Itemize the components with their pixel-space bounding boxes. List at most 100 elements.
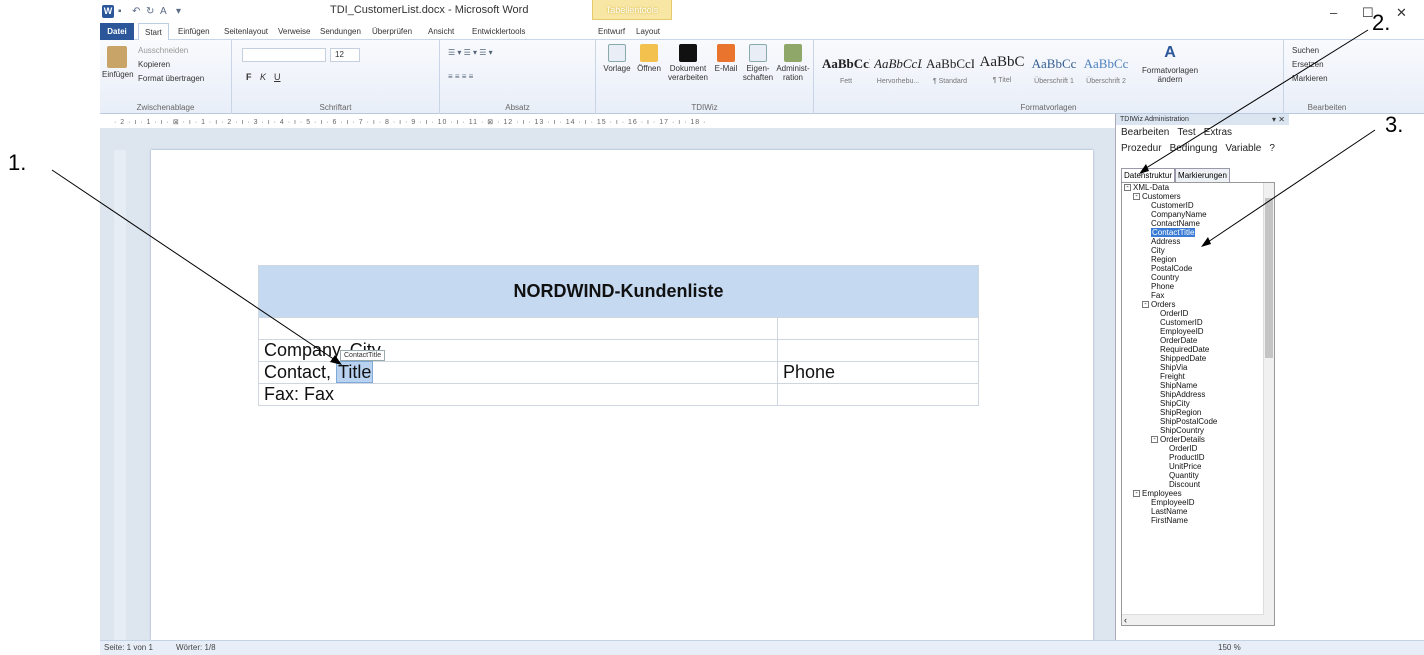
tree-node[interactable]: UnitPrice [1122, 462, 1274, 471]
tree-collapse-icon[interactable]: - [1142, 301, 1149, 309]
horizontal-ruler[interactable]: · 2 · ı · 1 · ı · ⊠ · ı · 1 · ı · 2 · ı … [114, 117, 1114, 128]
style-ueberschrift-1[interactable]: AaBbCc Überschrift 1 [1030, 46, 1078, 92]
tree-node[interactable]: RequiredDate [1122, 345, 1274, 354]
style-standard[interactable]: AaBbCcI ¶ Standard [926, 46, 974, 92]
table-cell-empty[interactable] [777, 383, 979, 406]
tree-node[interactable]: ShipVia [1122, 363, 1274, 372]
replace-button[interactable]: Ersetzen [1292, 60, 1324, 69]
zoom-level[interactable]: 150 % [1218, 641, 1241, 655]
tree-node[interactable]: CustomerID [1122, 201, 1274, 210]
tree-node[interactable]: OrderID [1122, 309, 1274, 318]
tree-node[interactable]: ShipPostalCode [1122, 417, 1274, 426]
table-cell-empty[interactable] [777, 317, 979, 340]
tab-seitenlayout[interactable]: Seitenlayout [218, 23, 274, 40]
tree-node[interactable]: EmployeeID [1122, 327, 1274, 336]
tree-node[interactable]: Quantity [1122, 471, 1274, 480]
tree-collapse-icon[interactable]: - [1133, 490, 1140, 498]
tree-node[interactable]: City [1122, 246, 1274, 255]
style-titel[interactable]: AaBbC ¶ Titel [978, 46, 1026, 92]
word-app-icon[interactable]: W [102, 5, 114, 18]
tab-datenstruktur[interactable]: Datenstruktur [1121, 168, 1176, 182]
tree-node[interactable]: Discount [1122, 480, 1274, 489]
tree-node[interactable]: CustomerID [1122, 318, 1274, 327]
tab-markierungen[interactable]: Markierungen [1175, 168, 1230, 182]
change-styles-button[interactable]: A Formatvorlagen ändern [1142, 45, 1198, 85]
contact-title-cell[interactable]: Contact, Title [258, 361, 778, 384]
vertical-ruler[interactable] [114, 150, 126, 640]
table-cell-empty[interactable] [777, 339, 979, 362]
menu-bearbeiten[interactable]: Bearbeiten [1121, 127, 1169, 138]
tree-node[interactable]: ShipAddress [1122, 390, 1274, 399]
bullets-icon[interactable]: ☰ ▾ ☰ ▾ ☰ ▾ [448, 48, 493, 57]
tree-collapse-icon[interactable]: - [1124, 184, 1131, 192]
cut-button[interactable]: Ausschneiden [138, 46, 188, 55]
menu-extras[interactable]: Extras [1204, 127, 1232, 138]
tab-entwurf[interactable]: Entwurf [592, 23, 631, 40]
bold-button[interactable]: F [246, 72, 252, 82]
pane-close-icon[interactable]: ▾ ✕ [1272, 114, 1285, 125]
tab-entwicklertools[interactable]: Entwicklertools [466, 23, 531, 40]
menu-bedingung[interactable]: Bedingung [1170, 143, 1218, 154]
tree-node[interactable]: ShipRegion [1122, 408, 1274, 417]
tree-collapse-icon[interactable]: - [1151, 436, 1158, 444]
email-button[interactable]: E-Mail [712, 44, 740, 73]
tab-einfuegen[interactable]: Einfügen [172, 23, 216, 40]
tree-node[interactable]: ShipName [1122, 381, 1274, 390]
close-button[interactable]: ✕ [1396, 6, 1407, 19]
tree-scrollbar-thumb[interactable] [1265, 198, 1273, 358]
table-cell-empty[interactable] [258, 317, 778, 340]
tree-node[interactable]: LastName [1122, 507, 1274, 516]
status-words[interactable]: Wörter: 1/8 [176, 641, 216, 655]
dokument-verarbeiten-button[interactable]: Dokument verarbeiten [666, 44, 710, 82]
oeffnen-button[interactable]: Öffnen [634, 44, 664, 73]
menu-test[interactable]: Test [1177, 127, 1195, 138]
font-family-select[interactable] [242, 48, 326, 62]
save-icon[interactable]: ▪ [118, 5, 122, 18]
tree-node[interactable]: - Customers [1122, 192, 1274, 201]
fax-cell[interactable]: Fax: Fax [258, 383, 778, 406]
underline-button[interactable]: U [274, 72, 281, 82]
italic-button[interactable]: K [260, 72, 266, 82]
paste-button[interactable]: Einfügen [102, 46, 134, 79]
align-icon[interactable]: ≡ ≡ ≡ ≡ [448, 72, 473, 81]
style-ueberschrift-2[interactable]: AaBbCc Überschrift 2 [1082, 46, 1130, 92]
tab-datei[interactable]: Datei [100, 23, 134, 40]
style-hervorhebung[interactable]: AaBbCcL Hervorhebu... [874, 46, 922, 92]
tree-node[interactable]: CompanyName [1122, 210, 1274, 219]
tree-node[interactable]: Freight [1122, 372, 1274, 381]
copy-button[interactable]: Kopieren [138, 60, 170, 69]
tree-node[interactable]: ShippedDate [1122, 354, 1274, 363]
title-field-marker[interactable]: Title [336, 361, 374, 383]
tree-node[interactable]: Phone [1122, 282, 1274, 291]
tab-layout[interactable]: Layout [630, 23, 666, 40]
administration-button[interactable]: Administ-ration [776, 44, 810, 82]
phone-cell[interactable]: Phone [777, 361, 979, 384]
tab-sendungen[interactable]: Sendungen [314, 23, 367, 40]
tree-node[interactable]: - XML-Data [1122, 183, 1274, 192]
menu-variable[interactable]: Variable [1225, 143, 1261, 154]
qat-customize-icon[interactable]: ▾ [176, 5, 181, 18]
tree-node[interactable]: Address [1122, 237, 1274, 246]
company-city-cell[interactable]: Company, City [258, 339, 778, 362]
tree-node[interactable]: OrderDate [1122, 336, 1274, 345]
minimize-button[interactable]: – [1330, 6, 1337, 19]
tree-node[interactable]: ContactName [1122, 219, 1274, 228]
tree-node[interactable]: - Orders [1122, 300, 1274, 309]
tab-ueberpruefen[interactable]: Überprüfen [366, 23, 418, 40]
tab-ansicht[interactable]: Ansicht [422, 23, 460, 40]
tree-node[interactable]: Fax [1122, 291, 1274, 300]
status-page[interactable]: Seite: 1 von 1 [104, 641, 153, 655]
undo-icon[interactable]: ↶ [132, 5, 140, 18]
tree-node[interactable]: - Employees [1122, 489, 1274, 498]
tree-node[interactable]: EmployeeID [1122, 498, 1274, 507]
menu-prozedur[interactable]: Prozedur [1121, 143, 1162, 154]
tree-collapse-icon[interactable]: - [1133, 193, 1140, 201]
tree-hscrollbar[interactable]: ‹ [1122, 614, 1264, 625]
style-fett[interactable]: AaBbCcI Fett [822, 46, 870, 92]
customer-table[interactable]: NORDWIND-Kundenliste Company, City Conta… [258, 265, 979, 406]
format-painter-button[interactable]: Format übertragen [138, 74, 204, 83]
eigenschaften-button[interactable]: Eigen-schaften [742, 44, 774, 82]
tree-node[interactable]: OrderID [1122, 444, 1274, 453]
tree-node[interactable]: ContactTitle [1122, 228, 1274, 237]
xml-tree[interactable]: - XML-Data - Customers CustomerID CompanyName… [1121, 182, 1275, 626]
